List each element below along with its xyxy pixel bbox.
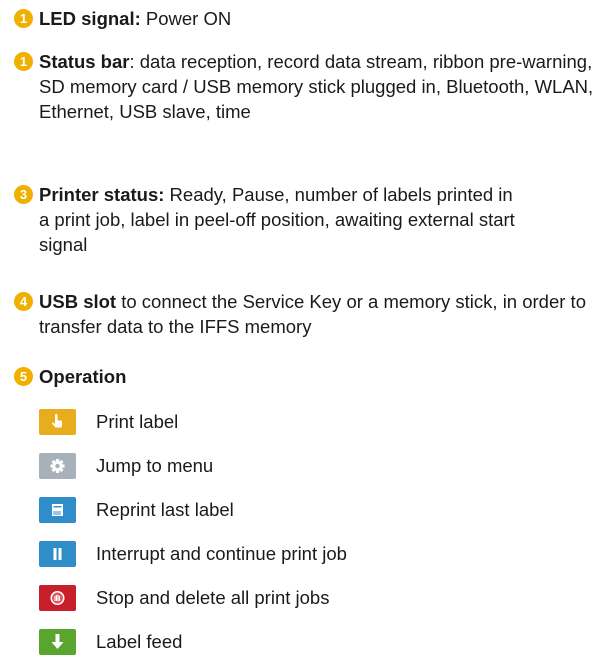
item-operation: 5 Operation [14,364,594,389]
item-text: Status bar: data reception, record data … [39,49,594,124]
number-badge: 1 [14,52,33,71]
item-title: Status bar [39,51,130,72]
reprint-icon [39,497,76,523]
item-usb-slot: 4 USB slot to connect the Service Key or… [14,289,594,339]
item-led-signal: 1 LED signal: Power ON [14,6,594,31]
op-label: Print label [96,411,179,432]
item-title: USB slot [39,291,117,312]
pause-icon [39,541,76,567]
item-description: to connect the Service Key or a memory s… [39,291,586,337]
item-description: Power ON [140,8,232,29]
stop-hand-icon [39,585,76,611]
arrow-down-icon [39,629,76,655]
op-label-feed: Label feed [39,629,182,655]
item-printer-status: 3 Printer status: Ready, Pause, number o… [14,182,594,257]
op-label: Interrupt and continue print job [96,543,347,564]
op-reprint-last-label: Reprint last label [39,497,234,523]
item-title: Printer status: [39,184,165,205]
hand-pointer-icon [39,409,76,435]
op-label: Jump to menu [96,455,214,476]
op-print-label: Print label [39,409,178,435]
number-badge: 3 [14,185,33,204]
op-label: Label feed [96,631,183,652]
number-badge: 1 [14,9,33,28]
item-status-bar: 1 Status bar: data reception, record dat… [14,49,594,124]
number-badge: 4 [14,292,33,311]
item-text: Operation [39,364,594,389]
op-label: Stop and delete all print jobs [96,587,330,608]
number-badge: 5 [14,367,33,386]
item-text: USB slot to connect the Service Key or a… [39,289,594,339]
item-title: Operation [39,366,127,387]
item-title: LED signal: [39,8,141,29]
op-label: Reprint last label [96,499,234,520]
item-text: Printer status: Ready, Pause, number of … [39,182,519,257]
op-interrupt-continue: Interrupt and continue print job [39,541,347,567]
op-stop-delete: Stop and delete all print jobs [39,585,329,611]
op-jump-to-menu: Jump to menu [39,453,213,479]
item-text: LED signal: Power ON [39,6,594,31]
gear-icon [39,453,76,479]
